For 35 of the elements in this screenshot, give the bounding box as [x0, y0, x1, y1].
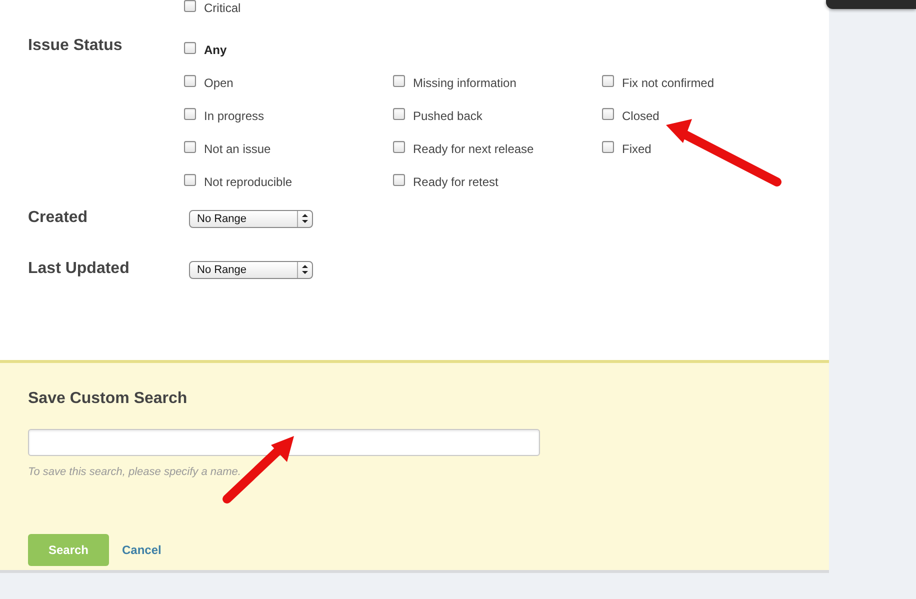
checkbox-label[interactable]: Closed: [622, 108, 660, 123]
field-label: Last Updated: [28, 259, 130, 279]
checkbox[interactable]: [393, 75, 405, 87]
field-label: Issue Status: [28, 36, 124, 56]
checkbox[interactable]: [602, 108, 614, 120]
checkbox[interactable]: [602, 141, 614, 153]
checkbox-label[interactable]: Not an issue: [204, 141, 271, 156]
field-label: Created: [28, 208, 89, 228]
checkbox-label[interactable]: In progress: [204, 108, 264, 123]
section-title: Save Custom Search: [28, 390, 188, 409]
help-text: To save this search, please specify a name.: [28, 466, 242, 478]
checkbox[interactable]: [184, 108, 196, 120]
checkbox-label[interactable]: Open: [204, 75, 234, 90]
range-dropdown[interactable]: No Range: [189, 261, 313, 279]
checkbox-label[interactable]: Fixed: [622, 141, 652, 156]
checkbox[interactable]: [393, 141, 405, 153]
checkbox[interactable]: [602, 75, 614, 87]
checkbox-label[interactable]: Ready for next release: [413, 141, 534, 156]
checkbox-label[interactable]: Ready for retest: [413, 174, 498, 189]
checkbox[interactable]: [184, 75, 196, 87]
checkbox-label[interactable]: Pushed back: [413, 108, 482, 123]
checkbox[interactable]: [184, 42, 196, 54]
name-field[interactable]: [28, 429, 540, 456]
checkbox[interactable]: [184, 141, 196, 153]
checkbox-label[interactable]: Not reproducible: [204, 174, 292, 189]
checkbox[interactable]: [393, 174, 405, 186]
checkbox-label[interactable]: Critical: [204, 0, 241, 15]
range-dropdown[interactable]: No Range: [189, 210, 313, 228]
cancel-link[interactable]: Cancel: [122, 543, 162, 557]
checkbox[interactable]: [184, 0, 196, 12]
checkbox-label[interactable]: Any: [204, 42, 227, 57]
checkbox[interactable]: [393, 108, 405, 120]
checkbox[interactable]: [184, 174, 196, 186]
checkbox-label[interactable]: Fix not confirmed: [622, 75, 714, 90]
checkbox-label[interactable]: Missing information: [413, 75, 516, 90]
